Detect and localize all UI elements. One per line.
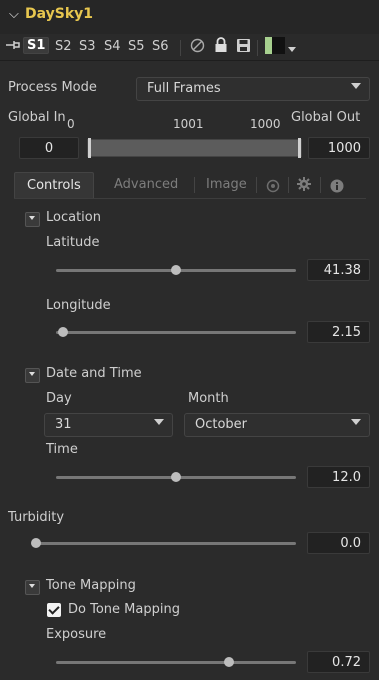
month-label: Month	[188, 391, 229, 406]
tab-divider	[256, 177, 257, 193]
color-swatch-icon[interactable]	[265, 37, 285, 58]
inspector-tabs: Controls Advanced Image	[14, 172, 366, 199]
global-range-slider[interactable]	[87, 138, 302, 158]
latitude-field[interactable]: 41.38	[307, 259, 370, 281]
time-field[interactable]: 12.0	[307, 466, 370, 488]
do-tone-mapping-checkbox[interactable]	[47, 603, 61, 617]
latitude-slider-knob[interactable]	[171, 265, 181, 275]
turbidity-slider-knob[interactable]	[31, 538, 41, 548]
tone-mapping-section-title: Tone Mapping	[46, 578, 136, 593]
chevron-down-icon	[351, 419, 361, 425]
global-out-handle[interactable]	[298, 138, 301, 158]
slot-s1-button[interactable]: S1	[23, 37, 50, 54]
process-mode-value: Full Frames	[147, 81, 221, 96]
do-tone-mapping-label: Do Tone Mapping	[68, 602, 180, 617]
tab-advanced[interactable]: Advanced	[114, 172, 178, 197]
longitude-field[interactable]: 2.15	[307, 321, 370, 343]
turbidity-label: Turbidity	[8, 510, 65, 525]
longitude-label: Longitude	[46, 298, 111, 313]
tone-mapping-collapse-toggle[interactable]	[25, 580, 40, 595]
gear-icon[interactable]	[296, 176, 312, 201]
chevron-down-icon[interactable]	[288, 42, 296, 57]
global-out-field[interactable]: 1000	[308, 137, 370, 159]
turbidity-field[interactable]: 0.0	[307, 532, 370, 554]
lock-icon[interactable]	[214, 37, 228, 57]
month-dropdown[interactable]: October	[184, 413, 370, 437]
exposure-field[interactable]: 0.72	[307, 651, 370, 673]
day-dropdown[interactable]: 31	[44, 413, 173, 437]
save-icon[interactable]	[236, 38, 251, 57]
global-scale-left: 0	[67, 117, 75, 131]
slot-s6-button[interactable]: S6	[152, 39, 169, 54]
tab-controls[interactable]: Controls	[14, 172, 94, 198]
chevron-down-icon	[351, 83, 361, 89]
location-section-title: Location	[46, 210, 101, 225]
inspector-panel: ⌵ DaySky1 S1 S2 S3 S4 S5 S6 Process Mode	[0, 0, 379, 680]
process-mode-dropdown[interactable]: Full Frames	[136, 77, 370, 101]
version-toolbar: S1 S2 S3 S4 S5 S6	[0, 34, 379, 61]
toolbar-divider	[257, 40, 258, 56]
day-value: 31	[55, 417, 72, 432]
longitude-slider-knob[interactable]	[58, 327, 69, 337]
day-label: Day	[46, 391, 72, 406]
turbidity-slider[interactable]	[36, 542, 296, 545]
tab-divider	[194, 177, 195, 193]
collapse-chevron-icon[interactable]: ⌵	[9, 7, 19, 22]
exposure-slider[interactable]	[56, 661, 296, 664]
global-in-label: Global In	[8, 110, 66, 125]
pin-icon[interactable]	[5, 38, 21, 56]
exposure-label: Exposure	[46, 627, 107, 642]
month-value: October	[195, 417, 248, 432]
time-slider-knob[interactable]	[171, 472, 181, 482]
global-scale-mid: 1001	[173, 117, 204, 131]
longitude-slider[interactable]	[56, 331, 296, 334]
global-in-handle[interactable]	[88, 138, 91, 158]
time-label: Time	[46, 442, 78, 457]
date-time-section-title: Date and Time	[46, 366, 142, 381]
location-collapse-toggle[interactable]	[25, 212, 40, 227]
global-in-field[interactable]: 0	[19, 137, 79, 159]
tab-image[interactable]: Image	[206, 172, 247, 197]
toolbar-divider	[180, 40, 181, 56]
slot-s2-button[interactable]: S2	[55, 39, 72, 54]
slot-s3-button[interactable]: S3	[79, 39, 96, 54]
info-icon[interactable]	[330, 177, 344, 202]
chevron-down-icon	[154, 419, 164, 425]
date-time-collapse-toggle[interactable]	[25, 368, 40, 383]
disable-icon[interactable]	[190, 38, 205, 57]
slot-s5-button[interactable]: S5	[128, 39, 145, 54]
tool-header[interactable]: ⌵ DaySky1	[0, 0, 379, 34]
tab-divider	[320, 177, 321, 193]
tool-title: DaySky1	[25, 6, 94, 22]
process-mode-label: Process Mode	[8, 80, 97, 95]
global-scale-right: 1000	[250, 117, 281, 131]
tab-divider	[288, 177, 289, 193]
settings-icon[interactable]	[266, 177, 280, 202]
slot-s4-button[interactable]: S4	[104, 39, 121, 54]
global-out-label: Global Out	[291, 110, 361, 125]
exposure-slider-knob[interactable]	[223, 657, 234, 667]
latitude-label: Latitude	[46, 235, 100, 250]
